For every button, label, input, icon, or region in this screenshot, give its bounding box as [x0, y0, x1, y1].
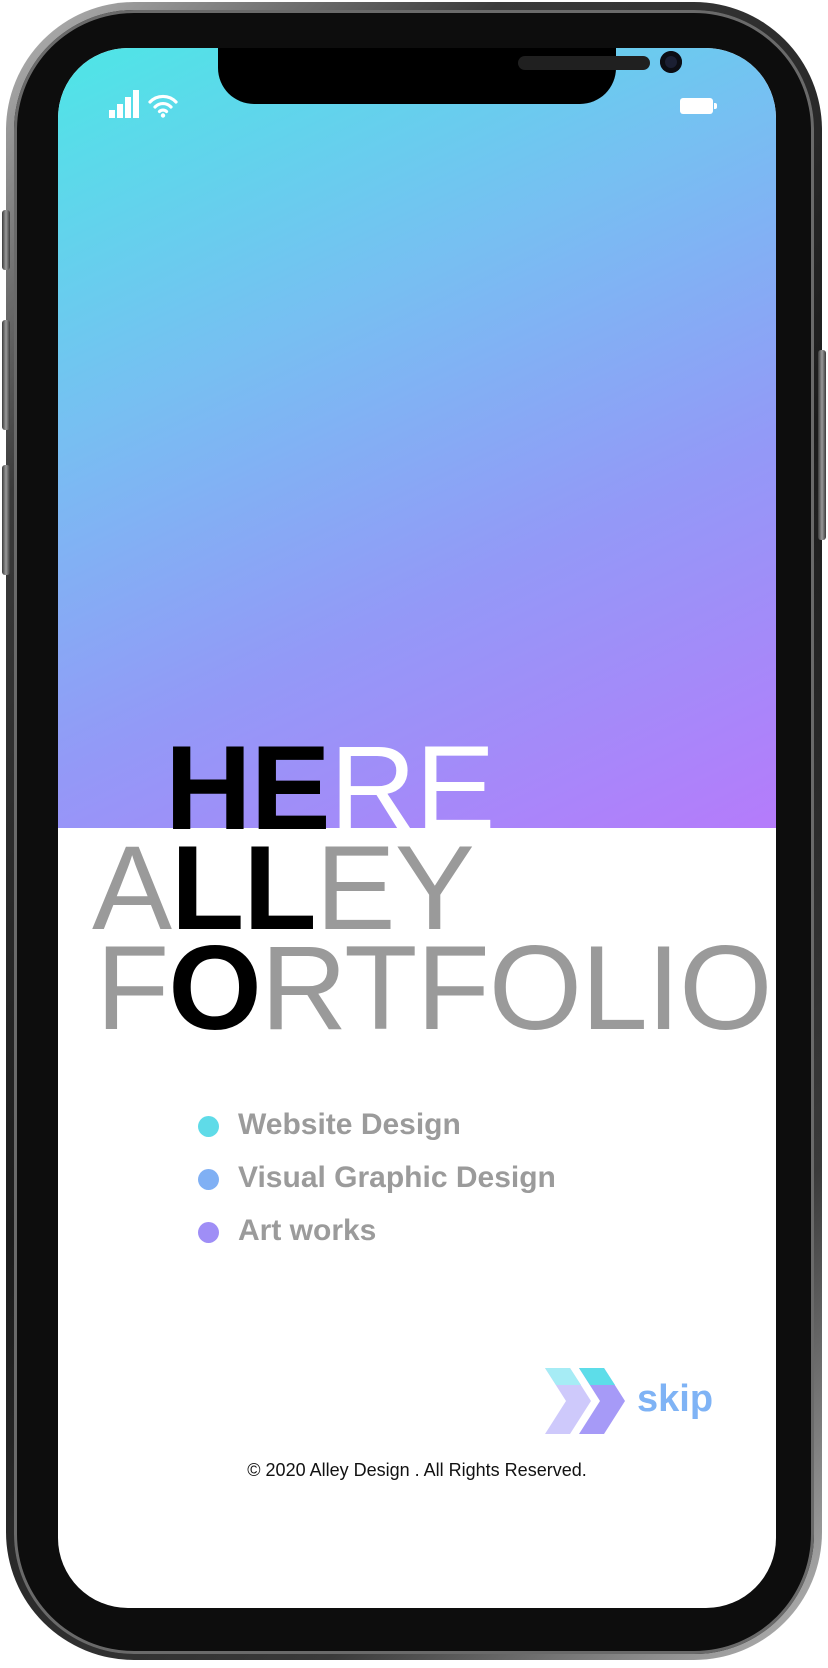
service-label: Visual Graphic Design — [238, 1161, 556, 1194]
skip-button[interactable]: skip — [545, 1368, 735, 1438]
headline-bold: O — [168, 921, 261, 1055]
headline-light: F — [96, 921, 169, 1055]
phone-side-button — [818, 350, 826, 540]
app-screen: HERE ALLEY FORTFOLIO Website Design Visu… — [58, 48, 776, 1608]
copyright-text: © 2020 Alley Design . All Rights Reserve… — [247, 1460, 587, 1480]
camera-icon — [660, 51, 682, 73]
signal-icon — [109, 90, 140, 118]
phone-side-button — [2, 320, 10, 430]
bullet-dot — [198, 1222, 219, 1243]
double-chevron-right-icon — [545, 1368, 625, 1434]
bullet-dot — [198, 1169, 219, 1190]
skip-label[interactable]: skip — [637, 1378, 713, 1421]
headline-light: RTFOLIO — [260, 921, 773, 1055]
battery-icon — [680, 98, 717, 114]
hero-gradient — [58, 48, 776, 828]
headline-line-portfolio: FORTFOLIO — [96, 928, 773, 1048]
service-label: Art works — [238, 1214, 377, 1247]
bullet-dot — [198, 1116, 219, 1137]
phone-side-button — [2, 210, 10, 270]
phone-side-button — [2, 465, 10, 575]
wifi-icon — [148, 94, 178, 118]
notch — [218, 48, 682, 104]
service-label: Website Design — [238, 1108, 461, 1141]
speaker-grille — [518, 56, 650, 70]
